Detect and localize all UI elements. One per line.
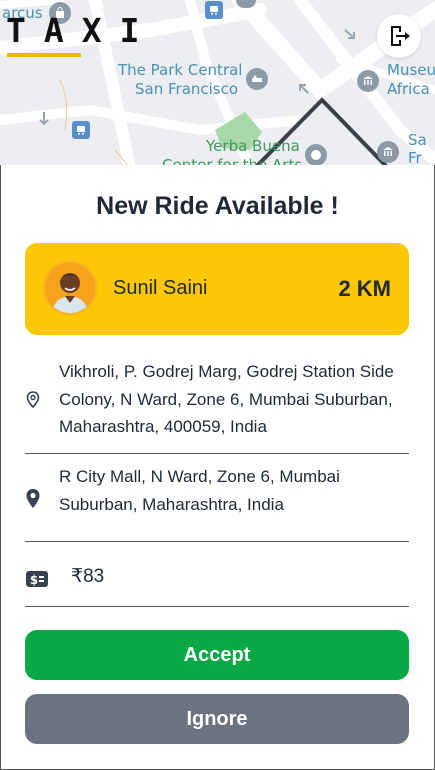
museum-icon-2 <box>377 141 399 163</box>
map-label-sf-1: Sa <box>408 131 427 149</box>
map-pin-solid-icon <box>25 488 41 515</box>
fare-amount: ₹83 <box>71 566 105 587</box>
app-logo: TAXI <box>6 12 157 60</box>
fare-row: $ ₹83 <box>25 553 409 607</box>
hotel-icon <box>246 68 268 90</box>
map-label-park-central: The Park Central <box>118 61 243 79</box>
app-logo-text: TAXI <box>6 11 158 50</box>
cash-icon: $ <box>25 569 49 594</box>
map-pin-outline-icon <box>25 391 41 414</box>
map-view[interactable]: arcus The Park Central San Francisco Mus… <box>0 0 435 168</box>
museum-icon <box>357 70 379 92</box>
drop-address-row: R City Mall, N Ward, Zone 6, Mumbai Subu… <box>25 454 409 542</box>
rider-name: Sunil Saini <box>113 277 208 299</box>
map-label-museum: Museu <box>387 61 435 79</box>
map-label-yerba-buena: Yerba Buena <box>206 137 300 155</box>
avatar <box>43 261 97 315</box>
drop-address: R City Mall, N Ward, Zone 6, Mumbai Subu… <box>59 467 340 514</box>
pickup-address-row: Vikhroli, P. Godrej Marg, Godrej Station… <box>25 353 409 454</box>
svg-text:$: $ <box>30 573 38 587</box>
transit-icon-2 <box>72 121 90 139</box>
theater-icon <box>305 144 327 166</box>
map-label-museum-sub: Africa <box>387 80 430 98</box>
map-label-park-central-city: San Francisco <box>135 80 239 98</box>
ride-distance: 2 KM <box>338 276 391 301</box>
rider-card: Sunil Saini 2 KM <box>25 243 409 335</box>
accept-button[interactable]: Accept <box>25 630 409 680</box>
logout-icon <box>391 26 410 46</box>
page-title: New Ride Available ! <box>96 192 339 220</box>
app-logo-underline <box>7 53 81 57</box>
logout-button[interactable] <box>377 14 421 58</box>
pickup-address: Vikhroli, P. Godrej Marg, Godrej Station… <box>59 362 394 436</box>
ride-request-sheet: New Ride Available ! Sunil Saini 2 KM Vi… <box>0 165 435 770</box>
ignore-button[interactable]: Ignore <box>25 694 409 744</box>
transit-icon <box>205 1 223 19</box>
